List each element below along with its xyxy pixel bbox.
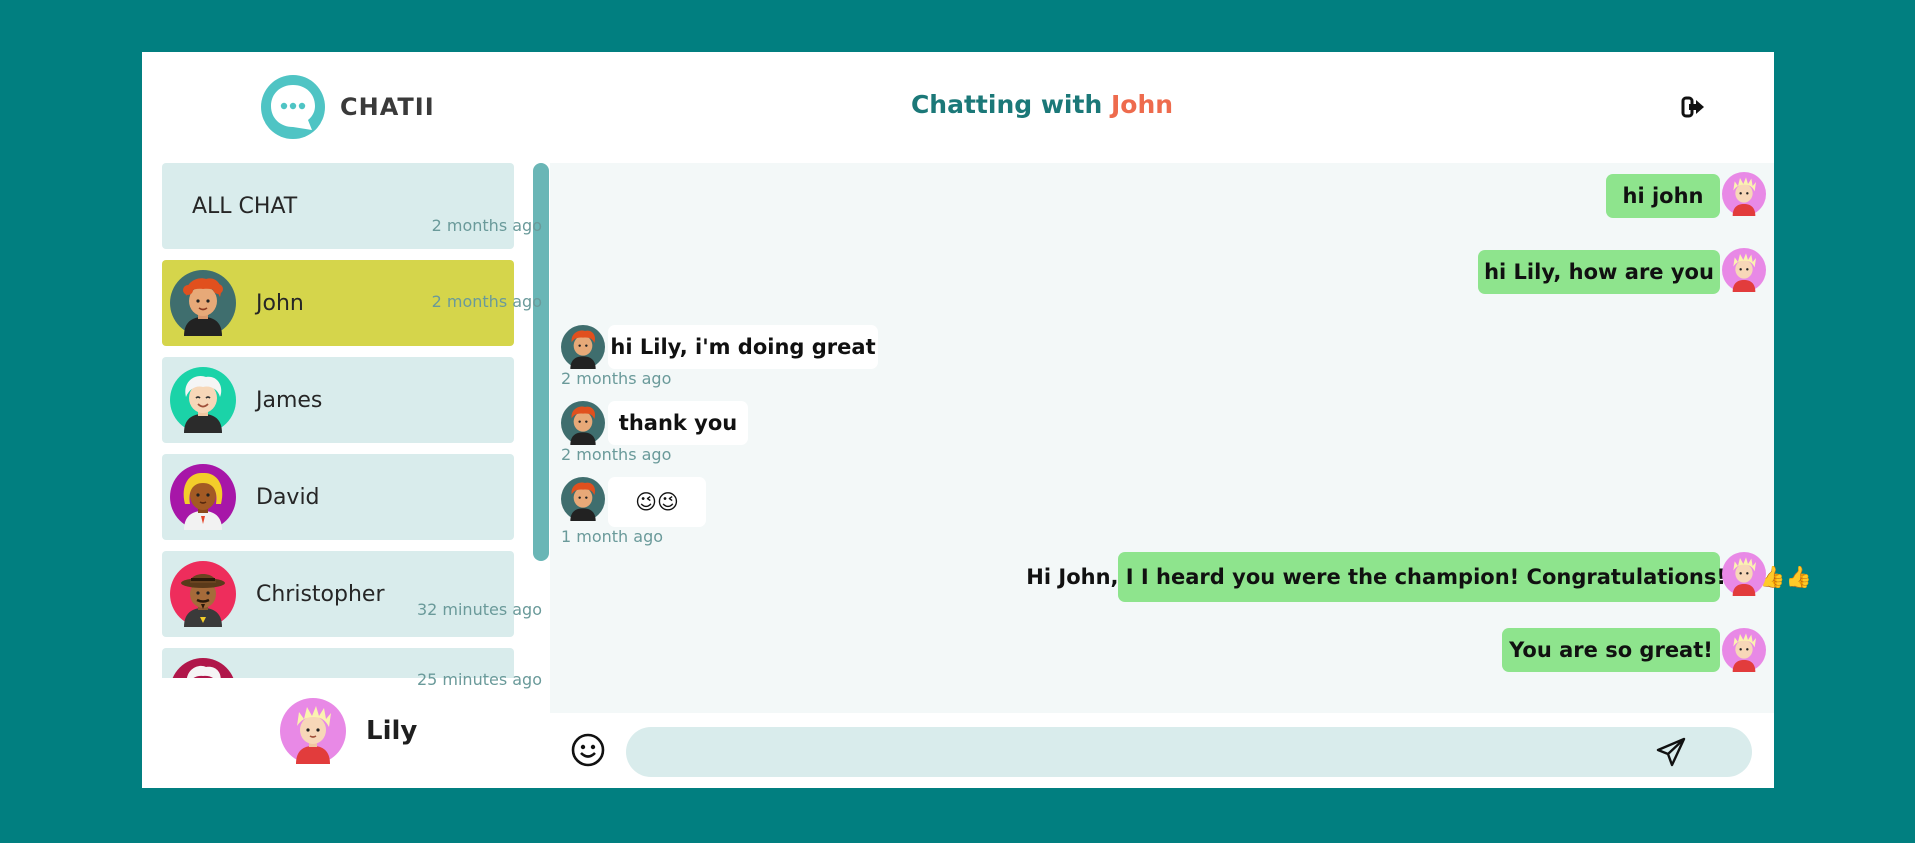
message-bubble: hi Lily, how are you <box>1478 250 1720 294</box>
chat-app: CHATII Chatting with John ALL CHAT John … <box>142 52 1812 788</box>
avatar <box>1722 248 1766 296</box>
message-list[interactable]: hi john 2 months ago hi Lily, how are yo… <box>417 163 1812 713</box>
avatar <box>1722 628 1766 676</box>
chat-title-prefix: Chatting with <box>910 90 1103 119</box>
avatar <box>170 367 236 433</box>
message-input[interactable] <box>626 727 1752 777</box>
brand-name: CHATII <box>340 93 435 121</box>
contact-label: David <box>256 484 320 510</box>
chat-title: Chatting with John <box>911 90 1173 119</box>
avatar <box>561 325 605 373</box>
contact-label: John <box>256 290 304 316</box>
current-user-name: Lily <box>366 716 418 746</box>
message-bubble: hi john <box>1606 174 1720 218</box>
message-bubble: You are so great! <box>1502 628 1720 672</box>
current-user: Lily <box>280 698 417 764</box>
contact-all-chat[interactable]: ALL CHAT <box>162 163 514 249</box>
avatar <box>170 270 236 336</box>
paper-plane-icon[interactable] <box>1655 736 1687 768</box>
message-timestamp: 2 months ago <box>561 445 672 464</box>
message-timestamp: 2 months ago <box>431 292 542 311</box>
chat-bubble-icon <box>261 75 325 139</box>
message-timestamp: 2 months ago <box>561 369 672 388</box>
avatar <box>170 464 236 530</box>
avatar <box>170 658 236 678</box>
contact-christopher[interactable]: Christopher <box>162 551 514 637</box>
avatar <box>561 477 605 525</box>
chat-partner-name: John <box>1110 90 1174 119</box>
message-bubble: hi Lily, i'm doing great <box>608 325 878 369</box>
message-bubble: 😉😉 <box>608 477 706 527</box>
contact-james[interactable]: James <box>162 357 514 443</box>
contact-label: ALL CHAT <box>192 193 298 219</box>
contact-david[interactable]: David <box>162 454 514 540</box>
contact-label: Christopher <box>256 581 385 607</box>
avatar <box>1722 552 1766 600</box>
message-timestamp: 2 months ago <box>431 216 542 235</box>
message-timestamp: 1 month ago <box>561 527 664 546</box>
smiley-icon[interactable] <box>570 732 606 768</box>
message-timestamp: 32 minutes ago <box>416 600 542 619</box>
avatar <box>280 698 346 764</box>
avatar <box>561 401 605 449</box>
message-bubble: thank you <box>608 401 748 445</box>
logout-icon[interactable] <box>1680 94 1706 120</box>
avatar <box>1722 172 1766 220</box>
brand: CHATII <box>260 74 435 140</box>
message-timestamp: 25 minutes ago <box>416 670 542 689</box>
avatar <box>170 561 236 627</box>
contact-label: James <box>256 387 323 413</box>
message-bubble: Hi John, I I heard you were the champion… <box>1026 552 1812 602</box>
